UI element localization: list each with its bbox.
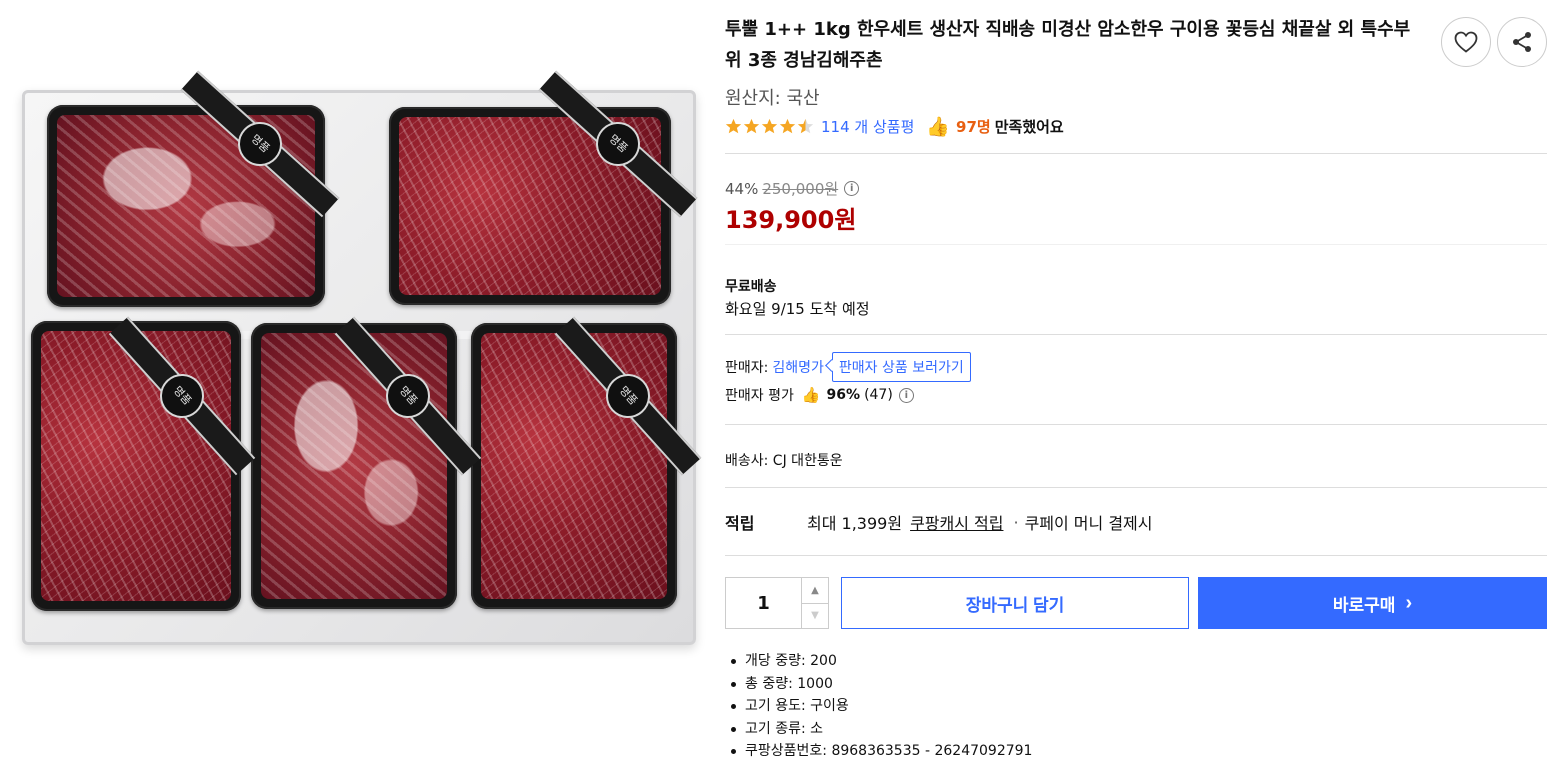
thumbs-up-outline-icon: 👍 xyxy=(801,386,821,404)
quantity-input[interactable] xyxy=(726,578,801,628)
star-rating[interactable] xyxy=(725,118,815,135)
shipping-label: 무료배송 xyxy=(725,279,777,295)
arrival-date: 화요일 9/15 도착 예정 xyxy=(725,300,870,318)
divider xyxy=(725,555,1547,556)
meat-pack xyxy=(251,323,457,609)
star-icon xyxy=(725,118,742,133)
add-to-cart-label: 장바구니 담기 xyxy=(965,595,1065,615)
meat-cut xyxy=(481,333,667,599)
quantity-decrease-button[interactable]: ▼ xyxy=(802,604,828,629)
quantity-increase-button[interactable]: ▲ xyxy=(802,578,828,604)
divider xyxy=(725,334,1547,335)
spec-item: 총 중량: 1000 xyxy=(730,673,1032,696)
reward-label: 적립 xyxy=(725,514,755,533)
buy-now-label: 바로구매 xyxy=(1332,595,1396,615)
seller-rating-label: 판매자 평가 xyxy=(725,388,794,404)
sale-price: 139,900원 xyxy=(725,206,857,234)
star-icon xyxy=(779,118,796,133)
quantity-stepper: ▲ ▼ xyxy=(725,577,829,629)
origin-text: 원산지: 국산 xyxy=(725,88,820,109)
thumbs-up-icon: 👍 xyxy=(926,115,951,138)
heart-icon xyxy=(1454,31,1478,53)
seller-row: 판매자: 김해명가 판매자 상품 보러가기 xyxy=(725,352,971,382)
chevron-up-icon: ▲ xyxy=(811,584,819,596)
meat-cut xyxy=(261,333,447,599)
meat-cut xyxy=(41,331,231,601)
spec-item: 개당 중량: 200 xyxy=(730,650,1032,673)
product-info-panel: 투뿔 1++ 1kg 한우세트 생산자 직배송 미경산 암소한우 구이용 꽃등심… xyxy=(725,0,1547,770)
reward-note: 쿠페이 머니 결제시 xyxy=(1024,514,1153,533)
seller-products-button[interactable]: 판매자 상품 보러가기 xyxy=(831,352,971,382)
seller-name-link[interactable]: 김해명가 xyxy=(772,357,824,377)
share-icon xyxy=(1513,32,1531,52)
star-icon xyxy=(743,118,760,133)
discount-row: 44% 250,000원 i xyxy=(725,178,860,199)
review-count-link[interactable]: 114 개 상품평 xyxy=(821,116,914,137)
meat-pack xyxy=(47,105,325,307)
share-button[interactable] xyxy=(1497,17,1547,67)
seller-rating-count: (47) xyxy=(864,387,893,403)
chevron-right-icon: › xyxy=(1405,591,1413,614)
meat-pack xyxy=(471,323,677,609)
discount-rate: 44% xyxy=(725,179,759,198)
reward-max: 최대 1,399원 xyxy=(807,514,903,533)
divider xyxy=(725,153,1547,154)
buy-now-button[interactable]: 바로구매 › xyxy=(1198,577,1547,629)
satisfied-count: 97명 xyxy=(956,117,991,136)
quantity-arrows: ▲ ▼ xyxy=(801,578,828,628)
info-icon[interactable]: i xyxy=(898,387,914,403)
info-icon[interactable]: i xyxy=(844,181,860,196)
product-image[interactable]: 명품 명품 명품 명품 명품 xyxy=(0,60,712,660)
spec-list: 개당 중량: 200 총 중량: 1000 고기 용도: 구이용 고기 종류: … xyxy=(730,650,1032,763)
seller-rating-score: 96% xyxy=(826,387,861,403)
seller-label: 판매자: xyxy=(725,360,769,376)
star-icon xyxy=(761,118,778,133)
reward-row: 적립 최대 1,399원 쿠팡캐시 적립 · 쿠페이 머니 결제시 xyxy=(725,510,1153,534)
carrier-text: 배송사: CJ 대한통운 xyxy=(725,453,843,469)
coupang-cash-link[interactable]: 쿠팡캐시 적립 xyxy=(910,510,1003,534)
add-to-cart-button[interactable]: 장바구니 담기 xyxy=(841,577,1189,629)
seller-rating-row: 판매자 평가 👍 96% (47) i xyxy=(725,385,914,405)
half-star-icon xyxy=(797,118,814,133)
gift-tray: 명품 명품 명품 명품 명품 xyxy=(22,70,702,645)
divider xyxy=(725,487,1547,488)
spec-item: 쿠팡상품번호: 8968363535 - 26247092791 xyxy=(730,740,1032,763)
original-price: 250,000원 xyxy=(762,180,839,198)
spec-item: 고기 용도: 구이용 xyxy=(730,695,1032,718)
spec-item: 고기 종류: 소 xyxy=(730,718,1032,741)
satisfied-text: 만족했어요 xyxy=(994,117,1064,136)
wishlist-button[interactable] xyxy=(1441,17,1491,67)
chevron-down-icon: ▼ xyxy=(811,610,819,622)
rating-row: 114 개 상품평 👍 97명 만족했어요 xyxy=(725,114,1064,138)
separator-dot: · xyxy=(1013,512,1019,532)
product-title: 투뿔 1++ 1kg 한우세트 생산자 직배송 미경산 암소한우 구이용 꽃등심… xyxy=(725,19,1411,71)
divider xyxy=(725,244,1547,245)
divider xyxy=(725,424,1547,425)
